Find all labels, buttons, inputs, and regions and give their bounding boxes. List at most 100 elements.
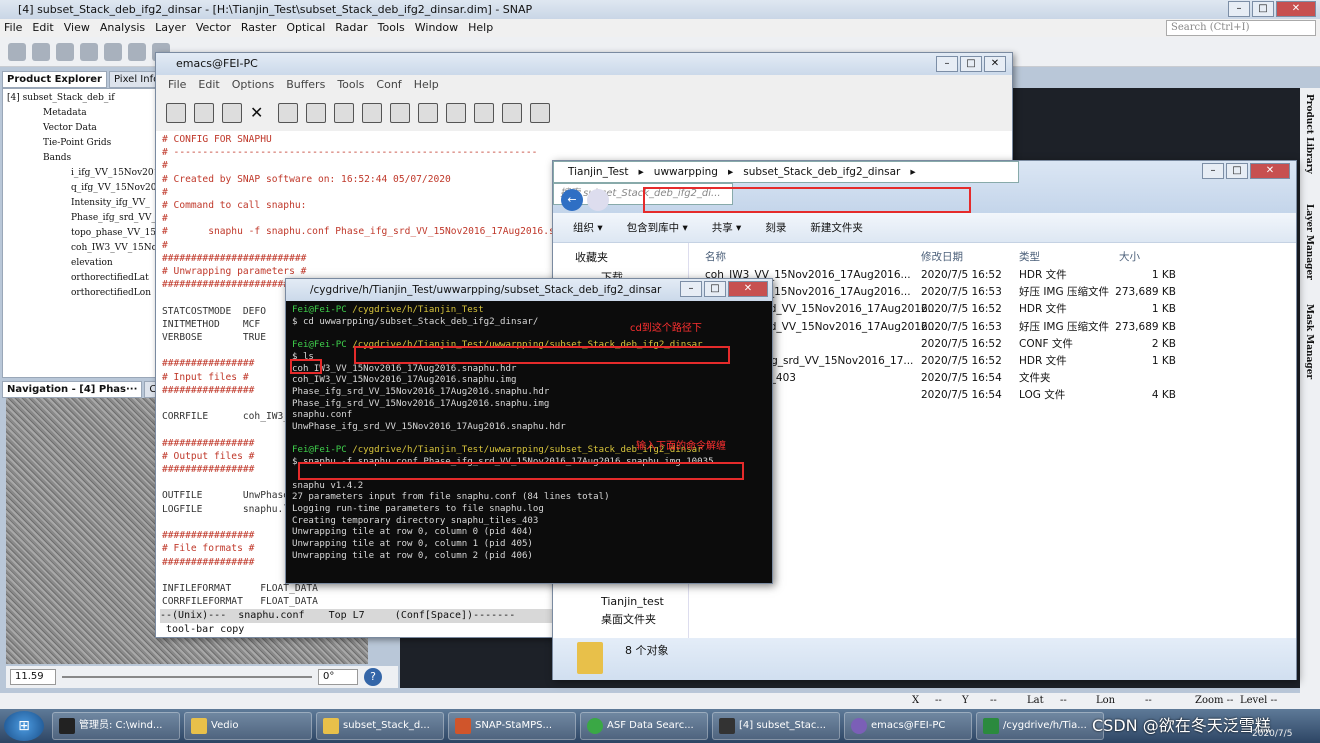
taskbar-item[interactable]: [4] subset_Stac... [712, 712, 840, 740]
maximize-button[interactable]: □ [704, 281, 726, 297]
toolbar-icon[interactable] [32, 42, 50, 61]
menu-window[interactable]: Window [415, 19, 458, 37]
menu-layer[interactable]: Layer [155, 19, 186, 37]
col-name[interactable]: 名称 [705, 249, 726, 264]
path-segment[interactable]: subset_Stack_deb_ifg2_dinsar [743, 166, 900, 178]
menu-raster[interactable]: Raster [241, 19, 276, 37]
emacs-menu-edit[interactable]: Edit [198, 75, 219, 95]
close-buffer-icon[interactable]: ✕ [250, 103, 270, 123]
menu-vector[interactable]: Vector [196, 19, 231, 37]
copy-icon[interactable] [390, 103, 410, 123]
taskbar-item[interactable]: Vedio [184, 712, 312, 740]
search-input[interactable]: Search (Ctrl+I) [1166, 20, 1316, 36]
forward-arrow-icon[interactable] [587, 189, 609, 211]
col-size[interactable]: 大小 [1119, 249, 1140, 264]
help-icon[interactable]: ? [364, 668, 382, 686]
nav-tianjin-test[interactable]: Tianjin_test [601, 593, 664, 610]
cmd-new-folder[interactable]: 新建文件夹 [810, 220, 863, 235]
zoom-field[interactable]: 11.59 [10, 669, 56, 685]
taskbar-item[interactable]: emacs@FEI-PC [844, 712, 972, 740]
minimize-button[interactable]: – [680, 281, 702, 297]
close-button[interactable]: ✕ [1250, 163, 1290, 179]
emacs-menu-options[interactable]: Options [232, 75, 274, 95]
taskbar-item[interactable]: /cygdrive/h/Tia... [976, 712, 1104, 740]
taskbar-item[interactable]: SNAP-StaMPS... [448, 712, 576, 740]
tree-metadata[interactable]: Metadata [43, 107, 87, 119]
taskbar-item[interactable]: 管理员: C:\wind... [52, 712, 180, 740]
back-arrow-icon[interactable]: ← [561, 189, 583, 211]
search-icon[interactable] [446, 103, 466, 123]
maximize-button[interactable]: □ [1226, 163, 1248, 179]
tree-band[interactable]: orthorectifiedLat [71, 272, 149, 284]
maximize-button[interactable]: □ [1252, 1, 1274, 17]
cmd-share[interactable]: 共享 ▾ [712, 220, 742, 235]
minimize-button[interactable]: – [936, 56, 958, 72]
undo-icon[interactable] [334, 103, 354, 123]
cmd-organize[interactable]: 组织 ▾ [573, 220, 603, 235]
save-icon[interactable] [278, 103, 298, 123]
toolbar-icon[interactable] [104, 42, 122, 61]
preferences-icon[interactable] [502, 103, 522, 123]
tab-product-library[interactable]: Product Library [1304, 94, 1314, 174]
help-icon[interactable] [530, 103, 550, 123]
tree-band[interactable]: Phase_ifg_srd_VV_ [71, 212, 156, 224]
tree-band[interactable]: q_ifg_VV_15Nov201 [71, 182, 157, 194]
tab-navigation[interactable]: Navigation - [4] Phas··· [2, 381, 143, 398]
tab-mask-manager[interactable]: Mask Manager [1304, 304, 1314, 379]
address-bar[interactable]: Tianjin_Test ▸ uwwarpping ▸ subset_Stack_d… [553, 161, 1019, 183]
emacs-menu-file[interactable]: File [168, 75, 186, 95]
menu-analysis[interactable]: Analysis [100, 19, 145, 37]
save-as-icon[interactable] [306, 103, 326, 123]
nav-favorites[interactable]: 收藏夹 [575, 249, 608, 266]
taskbar-item[interactable]: subset_Stack_d... [316, 712, 444, 740]
tree-band[interactable]: Intensity_ifg_VV_ [71, 197, 150, 209]
toolbar-icon[interactable] [80, 42, 98, 61]
dired-icon[interactable] [222, 103, 242, 123]
toolbar-icon[interactable] [128, 42, 146, 61]
cut-icon[interactable] [362, 103, 382, 123]
windows-start-icon[interactable]: ⊞ [4, 711, 44, 741]
tab-product-explorer[interactable]: Product Explorer [2, 71, 107, 88]
nav-desktop-folder[interactable]: 桌面文件夹 [601, 611, 656, 628]
col-date[interactable]: 修改日期 [921, 249, 963, 264]
menu-tools[interactable]: Tools [378, 19, 405, 37]
minimize-button[interactable]: – [1202, 163, 1224, 179]
tree-band[interactable]: coh_IW3_VV_15Nov2 [71, 242, 157, 254]
tree-band[interactable]: orthorectifiedLon [71, 287, 151, 299]
print-icon[interactable] [474, 103, 494, 123]
menu-help[interactable]: Help [468, 19, 493, 37]
tree-tie-point-grids[interactable]: Tie-Point Grids [43, 137, 111, 149]
tree-band[interactable]: elevation [71, 257, 113, 269]
maximize-button[interactable]: □ [960, 56, 982, 72]
path-segment[interactable]: uwwarpping [654, 166, 718, 178]
emacs-menu-help[interactable]: Help [414, 75, 439, 95]
tab-layer-manager[interactable]: Layer Manager [1304, 204, 1314, 280]
menu-radar[interactable]: Radar [335, 19, 367, 37]
tree-band[interactable]: i_ifg_VV_15Nov201 [71, 167, 157, 179]
taskbar-item[interactable]: ASF Data Searc... [580, 712, 708, 740]
toolbar-icon[interactable] [56, 42, 74, 61]
menu-edit[interactable]: Edit [32, 19, 53, 37]
emacs-menu-conf[interactable]: Conf [376, 75, 401, 95]
emacs-menu-tools[interactable]: Tools [337, 75, 364, 95]
zoom-slider[interactable] [62, 676, 312, 678]
path-segment[interactable]: Tianjin_Test [568, 166, 629, 178]
cmd-burn[interactable]: 刻录 [765, 220, 786, 235]
menu-file[interactable]: File [4, 19, 22, 37]
close-button[interactable]: ✕ [728, 281, 768, 297]
toolbar-icon[interactable] [8, 42, 26, 61]
paste-icon[interactable] [418, 103, 438, 123]
rotation-field[interactable]: 0° [318, 669, 358, 685]
tree-bands[interactable]: Bands [43, 152, 71, 164]
new-file-icon[interactable] [166, 103, 186, 123]
close-button[interactable]: ✕ [1276, 1, 1316, 17]
col-type[interactable]: 类型 [1019, 249, 1040, 264]
tree-vector-data[interactable]: Vector Data [43, 122, 97, 134]
emacs-menu-buffers[interactable]: Buffers [286, 75, 325, 95]
tree-band[interactable]: topo_phase_VV_15N [71, 227, 157, 239]
open-folder-icon[interactable] [194, 103, 214, 123]
menu-optical[interactable]: Optical [286, 19, 325, 37]
menu-view[interactable]: View [64, 19, 90, 37]
minimize-button[interactable]: – [1228, 1, 1250, 17]
cmd-include-library[interactable]: 包含到库中 ▾ [627, 220, 688, 235]
